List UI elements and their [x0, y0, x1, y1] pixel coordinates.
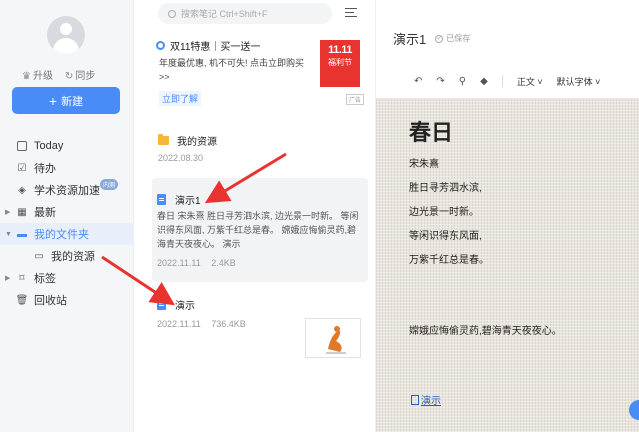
list-item-date: 2022.08.30 — [158, 153, 204, 163]
sync-icon: ↻ — [64, 71, 74, 82]
bookmark-icon: ⌑ — [19, 272, 25, 284]
folder-icon: ▬ — [17, 228, 27, 240]
grid-icon: ▦ — [17, 206, 27, 218]
folder-outline-icon: ▭ — [34, 250, 44, 262]
search-input[interactable]: 搜索笔记 Ctrl+Shift+F — [158, 3, 332, 24]
poem-author: 宋朱熹 — [409, 159, 439, 170]
poem-extra-line: 嫦娥应悔偷灵药,碧海青天夜夜心。 — [409, 326, 562, 337]
sort-icon[interactable] — [345, 8, 357, 18]
attachment-link[interactable]: 演示 — [411, 392, 441, 407]
sidebar: ♛ 升级 ↻ 同步 + 新建 Today ☑ 待办 ◈ 学术资源加速 内测 ▶ ▦ 最新 ▼ ▬ 我… — [0, 0, 134, 432]
promo-title: 双11特惠｜买一送一 — [156, 38, 260, 53]
app-logo-icon[interactable] — [629, 400, 639, 420]
list-item-note[interactable]: 演示 2022.11.11 736.4KB — [152, 288, 368, 364]
format-painter-icon[interactable]: ⚲ — [459, 76, 466, 87]
promo-icon — [156, 41, 165, 50]
promo-learn-more-link[interactable]: 立即了解 — [159, 91, 202, 106]
promo-banner-date: 11.11 — [328, 44, 352, 56]
sidebar-nav: Today ☑ 待办 ◈ 学术资源加速 内测 ▶ ▦ 最新 ▼ ▬ 我的文件夹 ▭ 我的资源 ▶… — [0, 135, 134, 311]
upgrade-button[interactable]: ♛ 升级 — [22, 67, 53, 82]
redo-icon[interactable]: ↷ — [436, 76, 444, 87]
paragraph-style-select[interactable]: 正文 ˅ — [517, 75, 543, 88]
editor-toolbar: ↶ ↷ ⚲ ◆ 正文 ˅ 默认字体 ˅ — [376, 66, 639, 96]
editor-content[interactable]: 春日 宋朱熹 胜日寻芳泗水滨, 边光景一时新。 等闲识得东风面, 万紫千红总是春… — [376, 98, 639, 432]
list-item-title: 演示 — [157, 297, 195, 312]
poem-line: 万紫千红总是春。 — [409, 255, 489, 266]
sidebar-item-tags[interactable]: ▶ ⌑ 标签 — [0, 267, 134, 289]
sync-button[interactable]: ↻ 同步 — [65, 67, 95, 82]
toolbar-divider — [501, 75, 503, 87]
document-icon — [157, 194, 166, 205]
list-item-meta: 2022.11.11 736.4KB — [157, 319, 246, 329]
ad-tag: 广告 — [346, 94, 364, 105]
sidebar-item-trash[interactable]: 🗑 回收站 — [0, 289, 134, 311]
calendar-icon — [16, 140, 28, 152]
sidebar-item-recent[interactable]: ▶ ▦ 最新 — [0, 201, 134, 223]
attachment-icon — [411, 394, 419, 405]
check-icon: ✓ — [435, 34, 444, 43]
note-thumbnail — [305, 318, 361, 358]
beta-badge: 内测 — [100, 179, 119, 190]
promo-banner-label: 福利节 — [328, 58, 352, 67]
list-item-excerpt: 春日 宋朱熹 胜日寻芳泗水滨, 边光景一时新。 等闲识得东风面, 万紫千红总是春… — [157, 211, 359, 249]
list-item-meta: 2022.11.11 2.4KB — [157, 258, 236, 268]
checkbox-icon: ☑ — [17, 162, 27, 174]
thumbnail-image — [326, 326, 346, 354]
document-icon — [157, 299, 166, 310]
note-title[interactable]: 演示1 ✓ 已保存 — [393, 29, 470, 48]
list-item-title: 演示1 — [157, 192, 201, 207]
plus-icon: + — [48, 92, 58, 109]
poem-line: 边光景一时新。 — [409, 207, 479, 218]
chevron-down-icon[interactable]: ▼ — [5, 231, 15, 238]
poem-line: 等闲识得东风面, — [409, 231, 482, 242]
trash-icon: 🗑 — [15, 294, 29, 306]
new-button[interactable]: + 新建 — [12, 87, 120, 114]
promo-banner[interactable]: 11.11 福利节 — [320, 40, 360, 87]
editor: 演示1 ✓ 已保存 ↶ ↷ ⚲ ◆ 正文 ˅ 默认字体 ˅ 春日 宋朱熹 胜日寻芳泗… — [376, 0, 639, 432]
sidebar-item-my-resources[interactable]: ▭ 我的资源 — [0, 245, 134, 267]
crown-icon: ♛ — [22, 71, 31, 82]
font-family-select[interactable]: 默认字体 ˅ — [557, 75, 601, 88]
eraser-icon[interactable]: ◆ — [480, 76, 488, 87]
sidebar-item-my-folder[interactable]: ▼ ▬ 我的文件夹 — [0, 223, 134, 245]
list-item-folder[interactable]: 我的资源 2022.08.30 — [152, 128, 368, 168]
search-icon — [168, 9, 176, 18]
sidebar-item-academic[interactable]: ◈ 学术资源加速 内测 — [0, 179, 134, 201]
list-item-note-selected[interactable]: 演示1 春日 宋朱熹 胜日寻芳泗水滨, 边光景一时新。 等闲识得东风面, 万紫千… — [152, 178, 368, 282]
sidebar-item-today[interactable]: Today — [0, 135, 134, 157]
rocket-icon: ◈ — [18, 184, 26, 196]
note-list: 搜索笔记 Ctrl+Shift+F 双11特惠｜买一送一 年度最优惠, 机不可失… — [134, 0, 376, 432]
poem-line: 胜日寻芳泗水滨, — [409, 183, 482, 194]
promo-card[interactable]: 双11特惠｜买一送一 年度最优惠, 机不可失! 点击立即购买>> 立即了解 11… — [156, 34, 364, 108]
folder-icon — [158, 134, 169, 145]
promo-description: 年度最优惠, 机不可失! 点击立即购买>> — [159, 58, 305, 82]
undo-icon[interactable]: ↶ — [414, 76, 422, 87]
chevron-right-icon[interactable]: ▶ — [5, 274, 15, 282]
avatar[interactable] — [47, 16, 85, 54]
chevron-right-icon[interactable]: ▶ — [5, 208, 15, 216]
list-item-title: 我的资源 — [158, 133, 217, 148]
save-status: ✓ 已保存 — [435, 34, 471, 43]
sidebar-item-todo[interactable]: ☑ 待办 — [0, 157, 134, 179]
sidebar-actions: ♛ 升级 ↻ 同步 — [22, 67, 95, 82]
poem-title: 春日 — [409, 120, 454, 145]
